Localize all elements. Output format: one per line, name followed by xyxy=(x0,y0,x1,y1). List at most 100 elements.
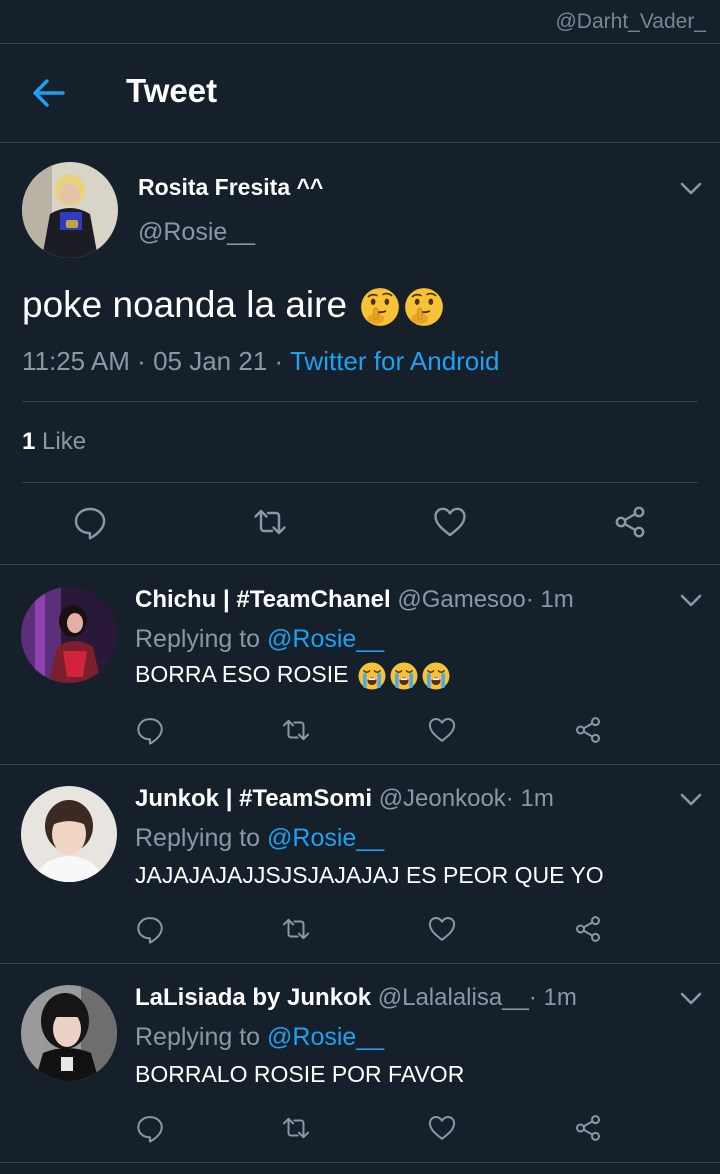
share-button[interactable] xyxy=(573,914,603,944)
divider xyxy=(0,43,720,44)
replying-to: Replying to @Rosie__ xyxy=(135,625,384,654)
author-handle[interactable]: @Rosie__ xyxy=(138,218,255,247)
reply-time: 1m xyxy=(520,785,554,812)
heart-icon xyxy=(427,715,457,745)
retweet-button[interactable] xyxy=(281,1113,311,1143)
page-title: Tweet xyxy=(126,72,218,109)
watermark: @Darht_Vader_ xyxy=(555,10,706,33)
retweet-icon xyxy=(281,715,311,745)
retweet-button[interactable] xyxy=(281,715,311,745)
reply-button[interactable] xyxy=(135,715,165,745)
reply-time: 1m xyxy=(540,586,574,613)
likes-count[interactable]: 1 Like xyxy=(22,428,86,456)
divider xyxy=(0,764,720,765)
tweet-menu-button[interactable] xyxy=(680,182,702,196)
reply-author-name[interactable]: LaLisiada by Junkok xyxy=(135,984,371,1011)
share-icon xyxy=(612,504,648,540)
back-button[interactable] xyxy=(32,78,66,108)
retweet-icon xyxy=(281,914,311,944)
reply-button[interactable] xyxy=(135,914,165,944)
like-count-number: 1 xyxy=(22,428,36,455)
share-icon xyxy=(573,914,603,944)
reply-header: Chichu | #TeamChanel @Gamesoo· 1m xyxy=(135,586,574,614)
shushing-face-emoji xyxy=(403,286,445,328)
mention-link[interactable]: @Rosie__ xyxy=(267,824,384,852)
reply-icon xyxy=(135,914,165,944)
retweet-button[interactable] xyxy=(252,504,288,540)
author-name[interactable]: Rosita Fresita ^^ xyxy=(138,174,323,201)
reply-icon xyxy=(135,715,165,745)
heart-icon xyxy=(427,914,457,944)
reply-text-content: BORRA ESO ROSIE xyxy=(135,661,349,688)
retweet-icon xyxy=(252,504,288,540)
meta-separator: · xyxy=(274,346,284,376)
reply-time: 1m xyxy=(543,984,577,1011)
replying-to: Replying to @Rosie__ xyxy=(135,824,384,853)
share-button[interactable] xyxy=(573,1113,603,1143)
heart-icon xyxy=(427,1113,457,1143)
like-button[interactable] xyxy=(427,715,457,745)
tweet-menu-button[interactable] xyxy=(680,594,702,608)
meta-separator: · xyxy=(525,586,534,613)
reply-text: BORRA ESO ROSIE xyxy=(135,661,451,691)
retweet-icon xyxy=(281,1113,311,1143)
reply-author-name[interactable]: Junkok | #TeamSomi xyxy=(135,785,372,812)
meta-separator: · xyxy=(528,984,537,1011)
like-button[interactable] xyxy=(427,1113,457,1143)
divider xyxy=(22,482,698,483)
reply-text: BORRALO ROSIE POR FAVOR xyxy=(135,1061,465,1087)
tweet-text-content: poke noanda la aire xyxy=(22,284,348,325)
reply-author-handle[interactable]: @Jeonkook xyxy=(379,785,506,812)
divider xyxy=(0,1162,720,1163)
arrow-left-icon xyxy=(33,79,65,107)
crying-face-emoji xyxy=(357,661,387,691)
reply-button[interactable] xyxy=(135,1113,165,1143)
replying-prefix: Replying to xyxy=(135,1023,261,1051)
shushing-face-emoji xyxy=(359,286,401,328)
tweet-meta: 11:25 AM · 05 Jan 21 · Twitter for Andro… xyxy=(22,346,500,377)
divider xyxy=(22,401,698,402)
reply-header: LaLisiada by Junkok @Lalalalisa__· 1m xyxy=(135,984,577,1012)
chevron-down-icon xyxy=(680,182,702,196)
tweet-time: 11:25 AM xyxy=(22,346,130,376)
reply-author-name[interactable]: Chichu | #TeamChanel xyxy=(135,586,391,613)
meta-separator: · xyxy=(505,785,514,812)
replying-prefix: Replying to xyxy=(135,625,261,653)
reply-author-handle[interactable]: @Lalalalisa__ xyxy=(378,984,529,1011)
avatar[interactable] xyxy=(21,786,117,882)
share-icon xyxy=(573,1113,603,1143)
reply-text: JAJAJAJAJJSJSJAJAJAJ ES PEOR QUE YO xyxy=(135,862,604,888)
tweet-text: poke noanda la aire xyxy=(22,284,445,328)
crying-face-emoji xyxy=(389,661,419,691)
chevron-down-icon xyxy=(680,594,702,608)
mention-link[interactable]: @Rosie__ xyxy=(267,1023,384,1051)
reply-icon xyxy=(135,1113,165,1143)
like-button[interactable] xyxy=(432,504,468,540)
header-divider xyxy=(0,142,720,143)
tweet-menu-button[interactable] xyxy=(680,992,702,1006)
share-icon xyxy=(573,715,603,745)
avatar[interactable] xyxy=(22,162,118,258)
retweet-button[interactable] xyxy=(281,914,311,944)
chevron-down-icon xyxy=(680,793,702,807)
share-button[interactable] xyxy=(612,504,648,540)
like-button[interactable] xyxy=(427,914,457,944)
meta-separator: · xyxy=(137,346,146,376)
chevron-down-icon xyxy=(680,992,702,1006)
crying-face-emoji xyxy=(421,661,451,691)
reply-button[interactable] xyxy=(72,504,108,540)
tweet-date: 05 Jan 21 xyxy=(153,346,268,376)
reply-header: Junkok | #TeamSomi @Jeonkook· 1m xyxy=(135,785,554,813)
avatar[interactable] xyxy=(21,587,117,683)
tweet-menu-button[interactable] xyxy=(680,793,702,807)
reply-author-handle[interactable]: @Gamesoo xyxy=(397,586,525,613)
avatar[interactable] xyxy=(21,985,117,1081)
heart-icon xyxy=(432,504,468,540)
tweet-source-link[interactable]: Twitter for Android xyxy=(290,346,500,376)
divider xyxy=(0,963,720,964)
mention-link[interactable]: @Rosie__ xyxy=(267,625,384,653)
replying-to: Replying to @Rosie__ xyxy=(135,1023,384,1052)
divider xyxy=(0,564,720,565)
like-count-label: Like xyxy=(42,428,87,455)
share-button[interactable] xyxy=(573,715,603,745)
